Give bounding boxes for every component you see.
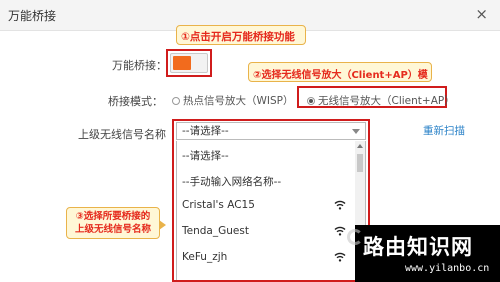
upstream-label: 上级无线信号名称	[78, 128, 166, 141]
ssid-highlight	[172, 119, 370, 282]
callout-3-line1: ③选择所要桥接的	[75, 211, 151, 222]
watermark-url: www.yilanbo.cn	[405, 263, 490, 274]
mode-option-wisp[interactable]: 热点信号放大（WISP）	[172, 93, 293, 108]
rescan-link[interactable]: 重新扫描	[423, 123, 465, 138]
logo-ring-icon	[347, 229, 363, 245]
radio-wisp[interactable]	[172, 96, 180, 105]
mode-option-client-ap[interactable]: 无线信号放大（Client+AP）	[307, 93, 455, 108]
dialog-title: 万能桥接	[8, 9, 57, 23]
radio-client-ap[interactable]	[307, 96, 315, 105]
watermark-title: 路由知识网	[363, 235, 473, 259]
close-icon[interactable]: ×	[475, 5, 488, 23]
callout-2-text: ②选择无线信号放大（Client+AP）模	[253, 70, 428, 81]
mode-option-client-ap-label: 无线信号放大（Client+AP）	[318, 95, 455, 107]
callout-3-line2: 上级无线信号名称	[74, 224, 151, 235]
bridge-toggle[interactable]	[170, 53, 208, 73]
callout-1: ①点击开启万能桥接功能	[176, 25, 306, 45]
callout-1-text: ①点击开启万能桥接功能	[181, 31, 295, 43]
mode-option-wisp-label: 热点信号放大（WISP）	[183, 95, 294, 107]
bridge-label: 万能桥接：	[112, 59, 167, 72]
callout-arrow-icon	[159, 220, 166, 230]
toggle-knob	[173, 56, 191, 70]
mode-label: 桥接模式：	[108, 95, 163, 108]
callout-3: ③选择所要桥接的 上级无线信号名称	[66, 207, 166, 239]
callout-2: ②选择无线信号放大（Client+AP）模	[248, 62, 432, 82]
watermark: 路由知识网 www.yilanbo.cn	[347, 225, 500, 282]
